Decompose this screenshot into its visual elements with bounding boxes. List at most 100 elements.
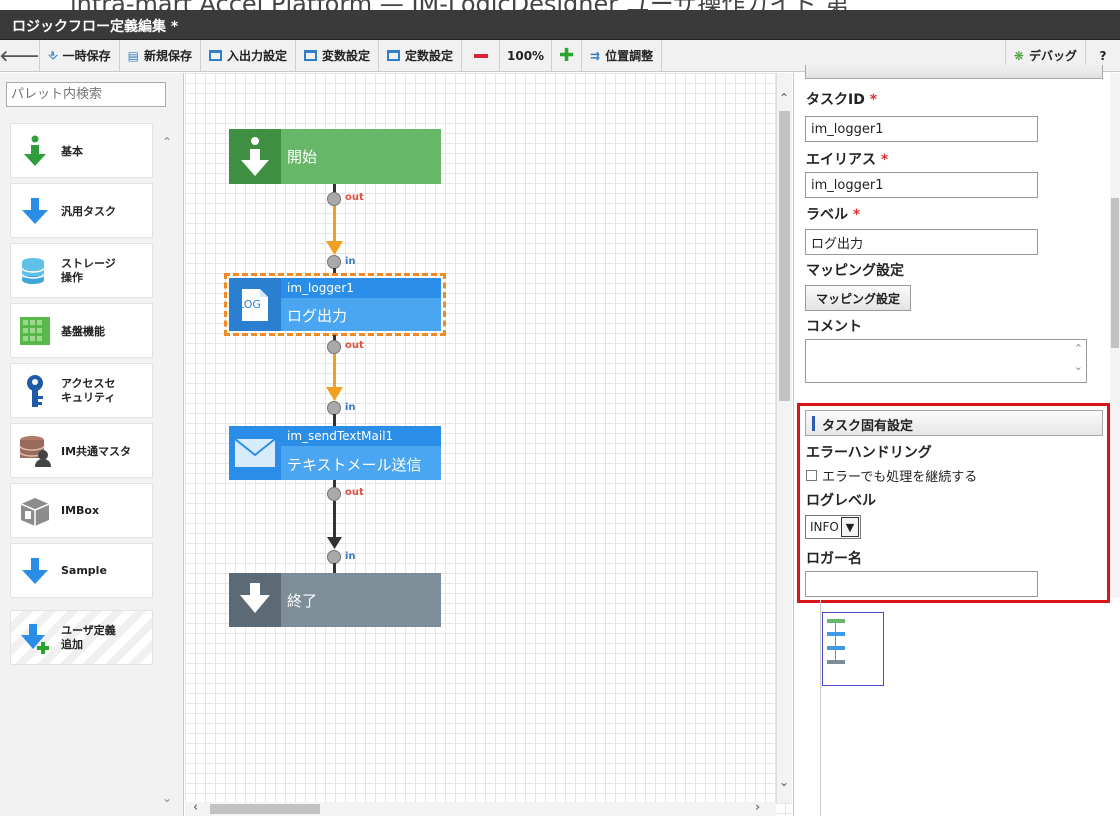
minimap-start-node [827, 619, 845, 623]
io-settings-label: 入出力設定 [226, 49, 287, 63]
task-id-label: タスクID * [806, 92, 878, 108]
logger-node-icon: LOG [229, 278, 281, 331]
minimap-mail-node [827, 646, 845, 650]
arrow-down-icon [19, 135, 51, 167]
logger-node[interactable]: LOG im_logger1 ログ出力 [229, 278, 441, 331]
scrollbar-thumb[interactable] [779, 111, 790, 401]
out-port[interactable] [327, 487, 341, 501]
arrow-head-icon [327, 537, 342, 549]
palette-item-general-task[interactable]: 汎用タスク [10, 183, 153, 238]
properties-scrollbar[interactable] [1110, 73, 1120, 598]
new-save-icon: ▤ [127, 48, 139, 63]
logic-flow-editor: intra-mart Accel Platform — IM-LogicDesi… [0, 0, 1120, 816]
zoom-level: 100% [500, 40, 553, 71]
align-button[interactable]: ⇉ 位置調整 [582, 40, 663, 71]
palette-item-label: IM共通マスタ [61, 444, 132, 458]
minimap[interactable] [822, 612, 884, 686]
const-settings-label: 定数設定 [405, 49, 454, 63]
comment-label: コメント [806, 319, 862, 335]
mapping-label: マッピング設定 [806, 263, 904, 279]
out-port[interactable] [327, 340, 341, 354]
end-node-icon [229, 573, 281, 627]
palette-item-basic[interactable]: 基本 [10, 123, 153, 178]
in-port-label: in [345, 256, 356, 267]
task-id-input[interactable] [805, 116, 1038, 142]
scroll-right-icon[interactable]: › [755, 800, 760, 815]
palette-item-imbox[interactable]: IMBox [10, 483, 153, 538]
add-arrow-icon [19, 622, 51, 654]
scroll-down-icon[interactable]: ⌄ [779, 775, 789, 789]
io-settings-button[interactable]: 入出力設定 [201, 40, 296, 71]
end-node[interactable]: 終了 [229, 573, 441, 627]
align-icon: ⇉ [590, 48, 601, 63]
start-node-label: 開始 [287, 148, 318, 166]
scroll-down-icon[interactable]: ⌄ [162, 791, 172, 805]
out-port-label: out [345, 192, 364, 203]
scroll-down-icon[interactable]: ⌄ [1074, 360, 1083, 373]
minimap-end-node [827, 660, 845, 664]
canvas-vertical-scrollbar[interactable]: ⌃ ⌄ [776, 73, 792, 803]
arrow-left-icon: 🡐 [0, 47, 40, 65]
scroll-up-icon[interactable]: ⌃ [162, 135, 172, 149]
in-port-label: in [345, 551, 356, 562]
scroll-up-icon[interactable]: ⌃ [779, 91, 789, 105]
scrollbar-thumb[interactable] [1111, 198, 1119, 348]
minus-icon [473, 53, 488, 58]
key-icon [19, 374, 51, 407]
new-save-button[interactable]: ▤ 新規保存 [120, 40, 201, 71]
palette-item-storage[interactable]: ストレージ操作 [10, 243, 153, 298]
in-port[interactable] [327, 255, 341, 269]
palette-search-input[interactable] [6, 82, 166, 107]
palette-item-label: アクセスセキュリティ [61, 376, 116, 404]
in-port[interactable] [327, 401, 341, 415]
debug-label: デバッグ [1028, 49, 1077, 63]
label-input[interactable] [805, 229, 1038, 255]
connector-line [333, 563, 336, 573]
arrow-down-icon [19, 555, 51, 587]
palette-item-infrastructure[interactable]: 基盤機能 [10, 303, 153, 358]
const-settings-button[interactable]: 定数設定 [379, 40, 463, 71]
zoom-out-button[interactable] [462, 40, 501, 71]
palette-item-im-common-master[interactable]: IM共通マスタ [10, 423, 153, 478]
logger-node-id: im_logger1 [287, 281, 354, 295]
grid-icon [19, 315, 51, 347]
bug-icon: ❋ [1013, 48, 1024, 63]
zoom-in-button[interactable]: ✚ [552, 40, 583, 71]
palette-item-label: 汎用タスク [61, 204, 116, 218]
out-port[interactable] [327, 192, 341, 206]
mapping-settings-button[interactable]: マッピング設定 [805, 285, 912, 311]
scroll-up-icon[interactable]: ⌃ [1074, 342, 1083, 355]
send-mail-node-icon [229, 426, 281, 480]
label-label: ラベル * [806, 207, 861, 223]
send-mail-node-label: テキストメール送信 [287, 456, 422, 474]
temp-save-button[interactable]: ⎀ 一時保存 [40, 40, 120, 71]
palette-item-label: 基盤機能 [61, 324, 105, 338]
arrow-down-icon [19, 195, 51, 227]
arrow-head-icon [326, 241, 343, 255]
scrollbar-thumb[interactable] [210, 804, 320, 814]
flow-canvas[interactable]: 開始 out in LOG im_logger1 ログ出力 out in im_… [185, 73, 792, 816]
logger-node-label: ログ出力 [287, 307, 348, 325]
window-icon [387, 50, 401, 61]
back-button[interactable]: 🡐 [0, 40, 40, 71]
palette-item-sample[interactable]: Sample [10, 543, 153, 598]
minimap-logger-node [827, 632, 845, 636]
palette-item-label: ユーザ定義追加 [61, 623, 116, 651]
arrow-down-icon [240, 583, 270, 613]
send-mail-node-id: im_sendTextMail1 [287, 429, 394, 443]
scroll-left-icon[interactable]: ‹ [193, 800, 198, 815]
palette-item-label: 基本 [61, 144, 83, 158]
var-settings-button[interactable]: 変数設定 [296, 40, 380, 71]
alias-input[interactable] [805, 172, 1038, 198]
comment-textarea[interactable]: ⌃ ⌄ [805, 339, 1087, 383]
window-title: ロジックフロー定義編集 * [0, 10, 1120, 40]
storage-icon [19, 255, 51, 287]
send-mail-node[interactable]: im_sendTextMail1 テキストメール送信 [229, 426, 441, 480]
palette-item-user-defined-add[interactable]: ユーザ定義追加 [10, 610, 153, 665]
temp-save-icon: ⎀ [48, 48, 58, 62]
start-node[interactable]: 開始 [229, 129, 441, 184]
in-port[interactable] [327, 550, 341, 564]
connector-line [333, 501, 336, 541]
palette-item-access-security[interactable]: アクセスセキュリティ [10, 363, 153, 418]
canvas-horizontal-scrollbar[interactable]: ‹ › [185, 800, 776, 816]
